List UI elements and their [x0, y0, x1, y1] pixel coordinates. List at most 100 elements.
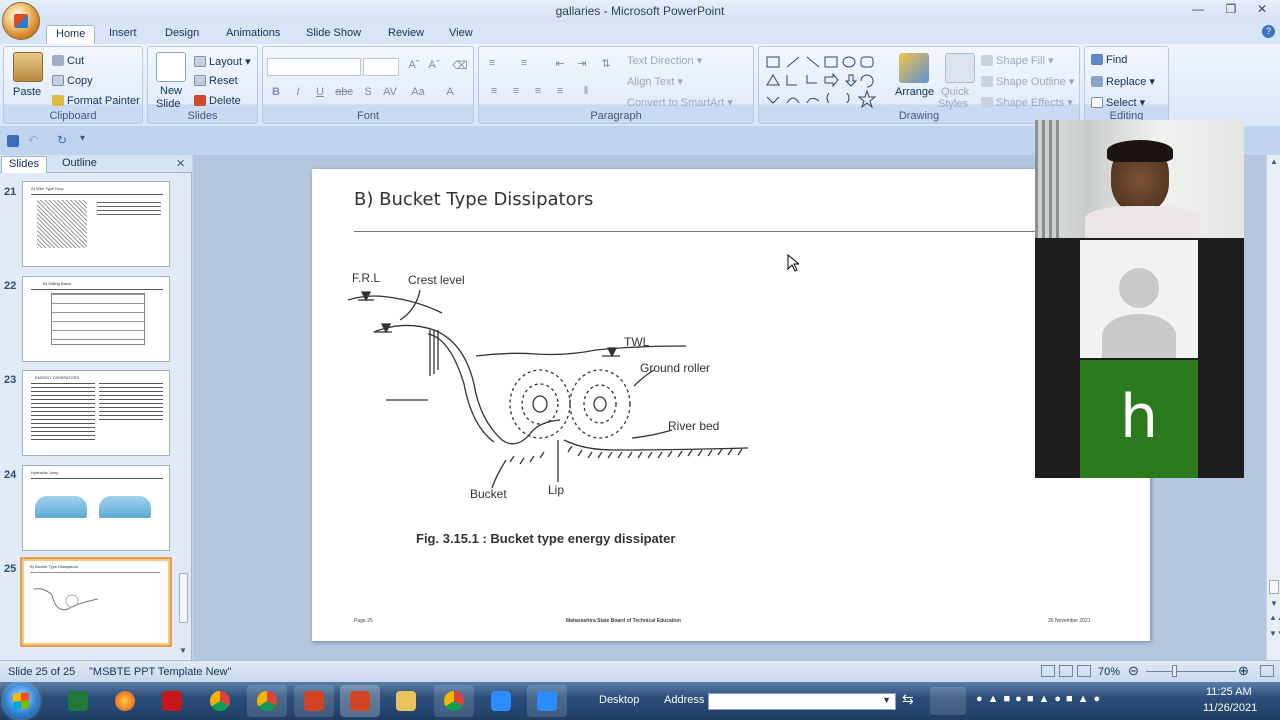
tab-design[interactable]: Design: [156, 25, 208, 44]
chrome-window-taskbar-icon[interactable]: [247, 685, 287, 717]
zoom-slider-thumb[interactable]: [1172, 665, 1177, 677]
pen-tray-icon[interactable]: [930, 687, 966, 715]
replace-button[interactable]: Replace ▾: [1091, 75, 1155, 88]
shape-outline-button[interactable]: Shape Outline ▾: [981, 75, 1074, 88]
shrink-font-icon[interactable]: Aˇ: [425, 59, 443, 75]
address-input[interactable]: ▼: [708, 693, 896, 710]
layout-button[interactable]: Layout ▾: [194, 55, 251, 68]
panel-scrollbar[interactable]: ▼: [177, 173, 190, 658]
increase-indent-icon[interactable]: ⇥: [573, 57, 591, 73]
grow-font-icon[interactable]: Aˆ: [405, 59, 423, 75]
undo-icon[interactable]: ↶: [28, 133, 38, 147]
customize-qat-icon[interactable]: ▾: [80, 133, 85, 144]
new-slide-dropdown[interactable]: Slide: [156, 98, 180, 110]
decrease-indent-icon[interactable]: ⇤: [551, 57, 569, 73]
slide-title[interactable]: B) Bucket Type Dissipators: [354, 189, 593, 210]
next-slide-icon[interactable]: ▼▼: [1269, 629, 1280, 638]
close-panel-icon[interactable]: ✕: [176, 157, 185, 170]
convert-smartart-button[interactable]: Convert to SmartArt ▾: [627, 96, 733, 109]
line-spacing-icon[interactable]: ⇅: [597, 57, 615, 73]
theme-name[interactable]: "MSBTE PPT Template New": [89, 666, 232, 678]
redo-icon[interactable]: ↻: [57, 133, 67, 147]
shape-fill-button[interactable]: Shape Fill ▾: [981, 54, 1054, 67]
clock-time[interactable]: 11:25 AM: [1206, 686, 1252, 698]
scroll-down-icon[interactable]: ▼: [179, 646, 187, 655]
numbering-icon[interactable]: ≡: [515, 57, 533, 73]
slide-thumbnail-21[interactable]: A) Weir Type Drop: [22, 181, 170, 267]
justify-icon[interactable]: ≡: [551, 85, 569, 101]
participant-video[interactable]: [1035, 120, 1244, 238]
align-center-icon[interactable]: ≡: [507, 85, 525, 101]
explorer-taskbar-icon[interactable]: [386, 685, 426, 717]
slide-thumbnail-23[interactable]: ENERGY DISSIPATORS: [22, 370, 170, 456]
cut-button[interactable]: Cut: [52, 55, 84, 67]
columns-icon[interactable]: ‖: [577, 85, 595, 101]
zoom-slider[interactable]: [1146, 671, 1236, 672]
save-icon[interactable]: [7, 135, 19, 147]
chrome-taskbar-icon[interactable]: [200, 685, 240, 717]
fit-window-icon[interactable]: [1260, 665, 1274, 677]
start-button[interactable]: [3, 683, 39, 719]
change-case-icon[interactable]: Aa: [409, 86, 427, 102]
paste-button[interactable]: Paste: [13, 86, 41, 98]
scroll-down-icon[interactable]: ▼: [1270, 599, 1278, 608]
tab-slides[interactable]: Slides: [1, 156, 47, 173]
align-text-button[interactable]: Align Text ▾: [627, 75, 683, 88]
shape-effects-button[interactable]: Shape Effects ▾: [981, 96, 1073, 109]
delete-button[interactable]: Delete: [194, 95, 241, 107]
slide-thumbnail-24[interactable]: Hydraulic Jump: [22, 465, 170, 551]
tab-view[interactable]: View: [440, 25, 482, 44]
system-tray-icons[interactable]: ●▲■●■▲●■▲●: [976, 693, 1105, 705]
scroll-thumb[interactable]: [1269, 580, 1279, 594]
slide-sorter-icon[interactable]: [1059, 665, 1073, 677]
clear-format-icon[interactable]: ⌫: [451, 59, 469, 75]
go-icon[interactable]: ⇆: [902, 691, 914, 708]
office-button[interactable]: [2, 2, 40, 40]
scroll-thumb[interactable]: [179, 573, 188, 623]
normal-view-icon[interactable]: [1041, 665, 1055, 677]
strikethrough-icon[interactable]: abc: [335, 86, 353, 102]
arrange-button[interactable]: Arrange: [895, 86, 934, 98]
bold-icon[interactable]: B: [267, 86, 285, 102]
slide-thumbnail-22[interactable]: B) Stilling Basin: [22, 276, 170, 362]
participant-initial-tile[interactable]: h: [1080, 360, 1198, 478]
zoom-taskbar-icon[interactable]: [481, 685, 521, 717]
quick-styles-button-2[interactable]: Styles: [938, 98, 968, 110]
font-name-combo[interactable]: [267, 58, 361, 76]
shadow-icon[interactable]: S: [359, 86, 377, 102]
quick-styles-button[interactable]: Quick: [941, 86, 969, 98]
address-dropdown-icon[interactable]: ▼: [882, 695, 891, 705]
copy-button[interactable]: Copy: [52, 75, 93, 87]
underline-icon[interactable]: U: [311, 86, 329, 102]
restore-icon[interactable]: ❐: [1219, 2, 1243, 18]
minimize-icon[interactable]: —: [1186, 2, 1210, 18]
acrobat-taskbar-icon[interactable]: [152, 685, 192, 717]
excel-taskbar-icon[interactable]: [58, 685, 98, 717]
font-color-icon[interactable]: A: [441, 86, 459, 102]
slideshow-view-icon[interactable]: [1077, 665, 1091, 677]
current-slide[interactable]: B) Bucket Type Dissipators F.R.L Crest l…: [312, 169, 1150, 641]
tab-home[interactable]: Home: [46, 25, 96, 44]
reset-button[interactable]: Reset: [194, 75, 238, 87]
tab-slide-show[interactable]: Slide Show: [297, 25, 370, 44]
align-right-icon[interactable]: ≡: [529, 85, 547, 101]
close-icon[interactable]: ✕: [1250, 2, 1274, 18]
spacing-icon[interactable]: AV: [381, 86, 399, 102]
tab-outline[interactable]: Outline: [55, 156, 104, 173]
tab-insert[interactable]: Insert: [100, 25, 146, 44]
format-painter-button[interactable]: Format Painter: [52, 95, 140, 107]
powerpoint-active-taskbar-icon[interactable]: [340, 685, 380, 717]
zoom-level[interactable]: 70%: [1098, 666, 1120, 678]
previous-slide-icon[interactable]: ▲▲: [1269, 613, 1280, 622]
tab-animations[interactable]: Animations: [217, 25, 289, 44]
italic-icon[interactable]: I: [289, 86, 307, 102]
powerpoint-taskbar-icon[interactable]: [294, 685, 334, 717]
scroll-up-icon[interactable]: ▲: [1270, 157, 1278, 166]
slide-scrollbar[interactable]: ▲ ▼ ▲▲ ▼▼: [1266, 155, 1280, 660]
zoom-out-icon[interactable]: ⊝: [1128, 663, 1139, 679]
desktop-toolbar[interactable]: Desktop: [599, 694, 639, 706]
help-icon[interactable]: ?: [1262, 25, 1275, 38]
zoom-meeting-taskbar-icon[interactable]: [527, 685, 567, 717]
align-left-icon[interactable]: ≡: [485, 85, 503, 101]
new-slide-button[interactable]: New: [160, 85, 182, 97]
